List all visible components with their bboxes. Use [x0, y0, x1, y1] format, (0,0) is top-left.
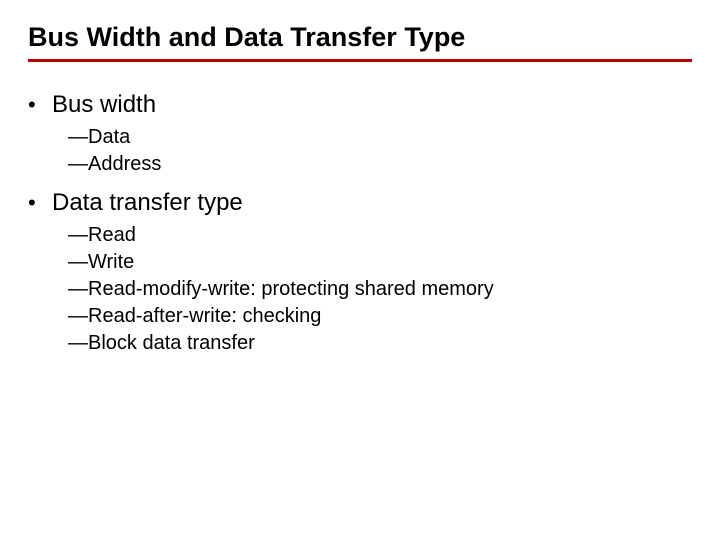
dash-icon: —: [68, 151, 88, 178]
level2-group: — Data — Address: [68, 124, 692, 178]
level1-text: Bus width: [52, 90, 692, 120]
bullet-icon: •: [28, 188, 52, 218]
slide: Bus Width and Data Transfer Type • Bus w…: [0, 0, 720, 540]
title-underline: [28, 59, 692, 62]
level2-text: Read-after-write: checking: [88, 303, 692, 330]
dash-icon: —: [68, 276, 88, 303]
level2-text: Read: [88, 222, 692, 249]
level2-item: — Data: [68, 124, 692, 151]
dash-icon: —: [68, 249, 88, 276]
bullet-icon: •: [28, 90, 52, 120]
level2-item: — Address: [68, 151, 692, 178]
level2-text: Address: [88, 151, 692, 178]
level2-item: — Read-after-write: checking: [68, 303, 692, 330]
dash-icon: —: [68, 303, 88, 330]
dash-icon: —: [68, 222, 88, 249]
slide-body: • Bus width — Data — Address • Data tran…: [28, 80, 692, 357]
level2-item: — Read-modify-write: protecting shared m…: [68, 276, 692, 303]
level2-text: Read-modify-write: protecting shared mem…: [88, 276, 692, 303]
level2-text: Write: [88, 249, 692, 276]
level2-item: — Block data transfer: [68, 330, 692, 357]
level1-item: • Data transfer type: [28, 188, 692, 218]
dash-icon: —: [68, 124, 88, 151]
title-block: Bus Width and Data Transfer Type: [28, 22, 692, 62]
level2-text: Block data transfer: [88, 330, 692, 357]
level2-group: — Read — Write — Read-modify-write: prot…: [68, 222, 692, 357]
slide-title: Bus Width and Data Transfer Type: [28, 22, 692, 57]
level2-item: — Read: [68, 222, 692, 249]
level1-item: • Bus width: [28, 90, 692, 120]
dash-icon: —: [68, 330, 88, 357]
level2-item: — Write: [68, 249, 692, 276]
level1-text: Data transfer type: [52, 188, 692, 218]
level2-text: Data: [88, 124, 692, 151]
